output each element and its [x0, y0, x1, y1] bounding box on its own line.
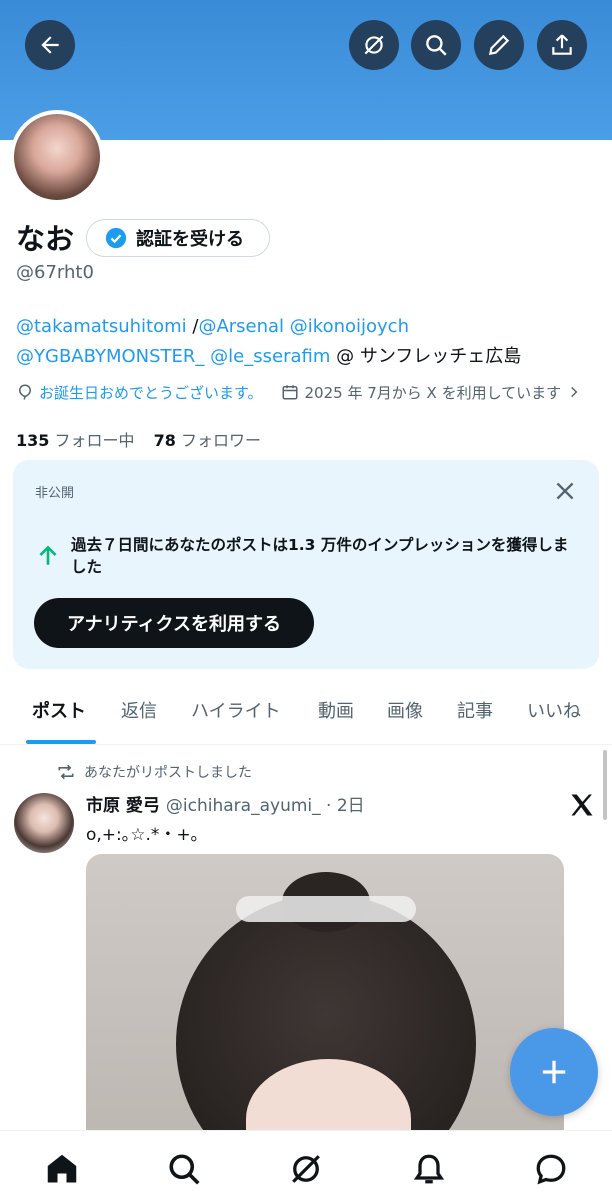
display-name: なお [16, 222, 75, 256]
scrollbar[interactable] [603, 750, 607, 820]
following-label: フォロー中 [54, 431, 135, 450]
grok-icon[interactable] [288, 1151, 324, 1187]
profile-avatar-frame [10, 110, 104, 204]
edit-pencil-icon [488, 34, 510, 56]
home-icon[interactable] [44, 1151, 80, 1187]
followers-link[interactable]: 78 フォロワー [154, 431, 261, 450]
tab-highlights[interactable]: ハイライト [191, 697, 281, 723]
profile-handle: @67rht0 [16, 262, 94, 283]
edit-profile-button[interactable] [474, 20, 524, 70]
following-count: 135 [16, 431, 50, 450]
profile-bio: @takamatsuhitomi /@Arsenal @ikonoijoych … [16, 312, 606, 372]
messages-icon[interactable] [533, 1151, 569, 1187]
bio-mention[interactable]: @le_sserafim [210, 346, 330, 367]
repost-label: あなたがリポストしました [84, 765, 252, 781]
grok-button[interactable] [349, 20, 399, 70]
analytics-card: 非公開 過去７日間にあなたのポストは1.3 万件のインプレッションを獲得しました… [13, 460, 599, 669]
bottom-navigation [0, 1130, 612, 1199]
get-verified-label: 認証を受ける [136, 229, 244, 250]
bio-text: @ サンフレッチェ広島 [330, 346, 522, 367]
profile-meta: お誕生日おめでとうございます。 2025 年 7月から X を利用しています [16, 380, 606, 404]
post-author-handle[interactable]: @ichihara_ayumi_ · 2日 [166, 796, 365, 816]
back-arrow-icon [41, 36, 59, 54]
post-author-name[interactable]: 市原 愛弓 [86, 796, 160, 816]
balloon-icon [18, 384, 32, 400]
compose-button[interactable] [510, 1028, 598, 1116]
bell-icon[interactable] [411, 1151, 447, 1187]
grok-icon [364, 35, 384, 55]
bio-mention[interactable]: @takamatsuhitomi [16, 316, 187, 337]
chevron-right-icon[interactable] [567, 385, 581, 399]
close-icon[interactable] [552, 478, 578, 504]
x-logo-icon[interactable] [568, 791, 596, 819]
impressions-message: 過去７日間にあなたのポストは1.3 万件のインプレッションを獲得しました [71, 536, 569, 576]
joined-date: 2025 年 7月から X を利用しています [304, 383, 562, 402]
post-header: 市原 愛弓 @ichihara_ayumi_ · 2日 [86, 791, 365, 816]
search-icon[interactable] [166, 1151, 202, 1187]
followers-count: 78 [153, 431, 176, 450]
post-author-avatar[interactable] [14, 793, 74, 853]
bio-mention[interactable]: @Arsenal [198, 316, 284, 337]
calendar-icon [282, 385, 298, 400]
tab-images[interactable]: 画像 [387, 697, 423, 723]
profile-banner [0, 0, 612, 140]
tab-posts[interactable]: ポスト [32, 697, 86, 723]
avatar[interactable] [14, 114, 100, 200]
privacy-label: 非公開 [35, 486, 75, 501]
search-icon [426, 35, 447, 56]
followers-label: フォロワー [180, 431, 261, 450]
follow-stats: 135 フォロー中 78 フォロワー [16, 427, 261, 451]
verified-badge-icon [105, 227, 127, 249]
bio-text: / [186, 316, 199, 337]
birthday-text: お誕生日おめでとうございます。 [39, 383, 263, 402]
repost-icon [58, 764, 74, 780]
search-profile-button[interactable] [411, 20, 461, 70]
use-analytics-button[interactable]: アナリティクスを利用する [34, 598, 314, 648]
following-link[interactable]: 135 フォロー中 [16, 431, 135, 450]
post-text: o,+:｡☆.*・+｡ [86, 825, 200, 845]
bio-mention[interactable]: @YGBABYMONSTER_ [16, 346, 204, 367]
repost-indicator: あなたがリポストしました [56, 762, 252, 782]
tab-likes[interactable]: いいね [527, 697, 581, 723]
post-image-ribbon [236, 896, 416, 922]
tab-articles[interactable]: 記事 [457, 697, 493, 723]
active-tab-indicator [26, 740, 96, 744]
tab-videos[interactable]: 動画 [318, 697, 354, 723]
post-image[interactable] [86, 854, 564, 1144]
bio-mention[interactable]: @ikonoijoych [290, 316, 409, 337]
plus-icon [542, 1060, 566, 1084]
back-button[interactable] [25, 20, 75, 70]
arrow-up-icon [39, 545, 57, 565]
share-icon [552, 34, 572, 55]
get-verified-button[interactable]: 認証を受ける [86, 219, 270, 257]
share-button[interactable] [537, 20, 587, 70]
profile-tabs: ポスト 返信 ハイライト 動画 画像 記事 いいね [0, 685, 612, 745]
tab-replies[interactable]: 返信 [121, 697, 157, 723]
